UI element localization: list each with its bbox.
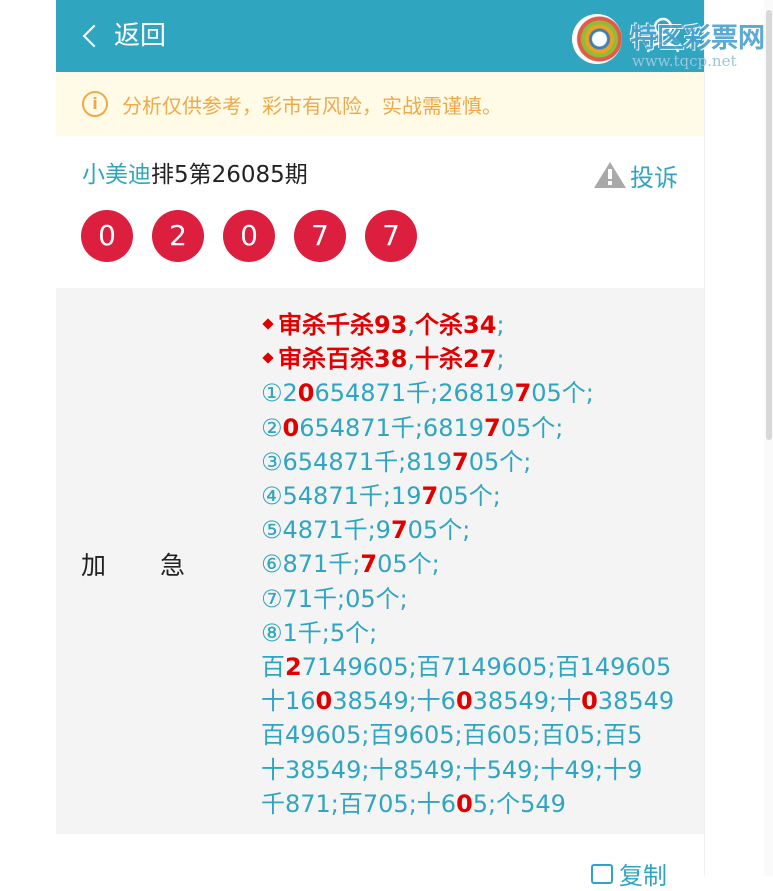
complaint-label: 投诉 [630,163,678,192]
line-text: 5;个549 [472,789,566,818]
copy-label: 复制 [619,862,667,890]
line-text: 05个; [468,447,532,476]
line-text: 05个; [531,379,594,408]
number-ball: 7 [365,210,417,262]
highlight-text: 7 [390,516,408,545]
complaint-button[interactable]: 投诉 [594,156,678,194]
analysis-line: ④54871千;19705个; [261,479,701,513]
line-text: ①2 [261,379,298,408]
line-text: , [407,311,416,339]
highlight-text: 0 [455,687,473,716]
author-link[interactable]: 小美迪 [82,162,151,188]
analysis-line: ⑥871千;705个; [261,547,701,581]
line-text: 千871;百705;十6 [261,789,457,818]
risk-notice: i 分析仅供参考，彩市有风险，实战需谨慎。 [56,72,704,136]
line-text: 百49605;百9605;百605;百05;百5 [261,721,643,750]
line-text: ⑦71千;05个; [261,584,408,613]
line-text: ⑤4871千;9 [261,516,391,545]
highlight-text: 7 [514,379,532,408]
page-background-right [704,0,773,876]
line-text: 38549;十6 [332,687,456,716]
line-text: 百 [261,653,285,682]
line-text: 7149605;百7149605;百149605 [301,653,672,682]
line-text: 38549 [597,687,675,716]
panel-label: 加急 [81,546,185,582]
watermark-url: www.tqcp.net [632,52,737,70]
scrollbar-thumb[interactable] [766,10,772,440]
highlight-text: 0 [282,413,300,442]
article-card: 返回 i 分析仅供参考，彩市有风险，实战需谨慎。 小美迪排5第26085期 投诉… [56,0,704,890]
analysis-line: 十16038549;十6038549;十038549 [261,684,701,718]
chevron-left-icon [82,24,106,48]
highlight-text: 0 [297,379,315,408]
line-text: ⑥871千; [261,550,361,579]
number-ball: 0 [223,210,275,262]
highlight-text: 0 [315,687,333,716]
analysis-content: 审杀千杀93,个杀34; 审杀百杀38,十杀27; ①20654871千;26819… [261,308,701,821]
line-text: 05个; [438,482,501,511]
analysis-line: ⑦71千;05个; [261,582,701,616]
line-text: 654871千;6819 [299,413,484,442]
analysis-line: 百27149605;百7149605;百149605 [261,650,701,684]
number-ball: 0 [81,210,133,262]
panel-label-second: 急 [160,551,186,580]
number-ball: 7 [294,210,346,262]
line-text: ② [261,413,283,442]
line-text: ; [496,311,505,339]
back-label: 返回 [114,21,167,51]
analysis-line: 千871;百705;十605;个549 [261,787,701,821]
analysis-line: ②0654871千;6819705个; [261,411,701,445]
line-text: 05个; [377,550,440,579]
site-watermark: 特区彩票网 www.tqcp.net [572,10,772,70]
highlight-text: 0 [581,687,598,716]
line-text: 05个; [500,413,564,442]
number-ball: 2 [152,210,204,262]
line-text: 十16 [261,687,316,716]
line-text: ③654871千;819 [261,447,453,476]
analysis-line: 十38549;十8549;十549;十49;十9 [261,753,701,787]
site-logo-icon [572,14,622,64]
analysis-line: ⑧1千;5个; [261,616,701,650]
highlight-text: 0 [456,789,473,818]
analysis-line: ③654871千;819705个; [261,445,701,479]
analysis-line: 审杀百杀38,十杀27; [261,342,701,376]
analysis-panel: 加急 审杀千杀93,个杀34; 审杀百杀38,十杀27; ①20654871千;26… [56,288,704,834]
highlight-text: 7 [360,550,378,579]
line-text: ④54871千;19 [261,482,422,511]
line-text: 654871千;26819 [314,379,515,408]
analysis-line: 审杀千杀93,个杀34; [261,308,701,342]
draw-numbers: 0 2 0 7 7 [81,210,436,262]
info-icon: i [82,91,108,117]
back-button[interactable]: 返回 [80,18,166,54]
diamond-icon [262,318,274,330]
watermark-title: 特区彩票网 [630,23,765,54]
analysis-line: ①20654871千;26819705个; [261,376,701,410]
scrollbar[interactable] [764,0,773,876]
warning-icon [594,162,626,188]
highlight-text: 7 [452,447,469,476]
diamond-icon [262,352,274,364]
panel-label-first: 加 [81,551,107,580]
line-text: ; [496,345,505,374]
line-text: ⑧1千;5个; [261,618,378,647]
copy-button[interactable]: 复制 [591,856,667,891]
highlight-text: 审杀千杀93 [278,311,408,339]
line-text: 十38549;十8549;十549;十49;十9 [261,755,643,784]
highlight-text: 十杀27 [415,345,497,374]
line-text: 05个; [407,516,471,545]
analysis-line: ⑤4871千;9705个; [261,513,701,547]
copy-icon [591,863,613,884]
line-text: , [407,345,416,374]
highlight-text: 7 [484,413,501,442]
highlight-text: 2 [285,653,302,682]
highlight-text: 审杀百杀38 [278,345,408,374]
notice-text: 分析仅供参考，彩市有风险，实战需谨慎。 [122,93,502,118]
line-text: 38549;十 [472,687,582,716]
article-title-row: 小美迪排5第26085期 投诉 [82,156,678,196]
highlight-text: 个杀34 [415,311,497,339]
highlight-text: 7 [421,482,439,511]
issue-title: 排5第26085期 [151,162,308,188]
analysis-line: 百49605;百9605;百605;百05;百5 [261,718,701,752]
